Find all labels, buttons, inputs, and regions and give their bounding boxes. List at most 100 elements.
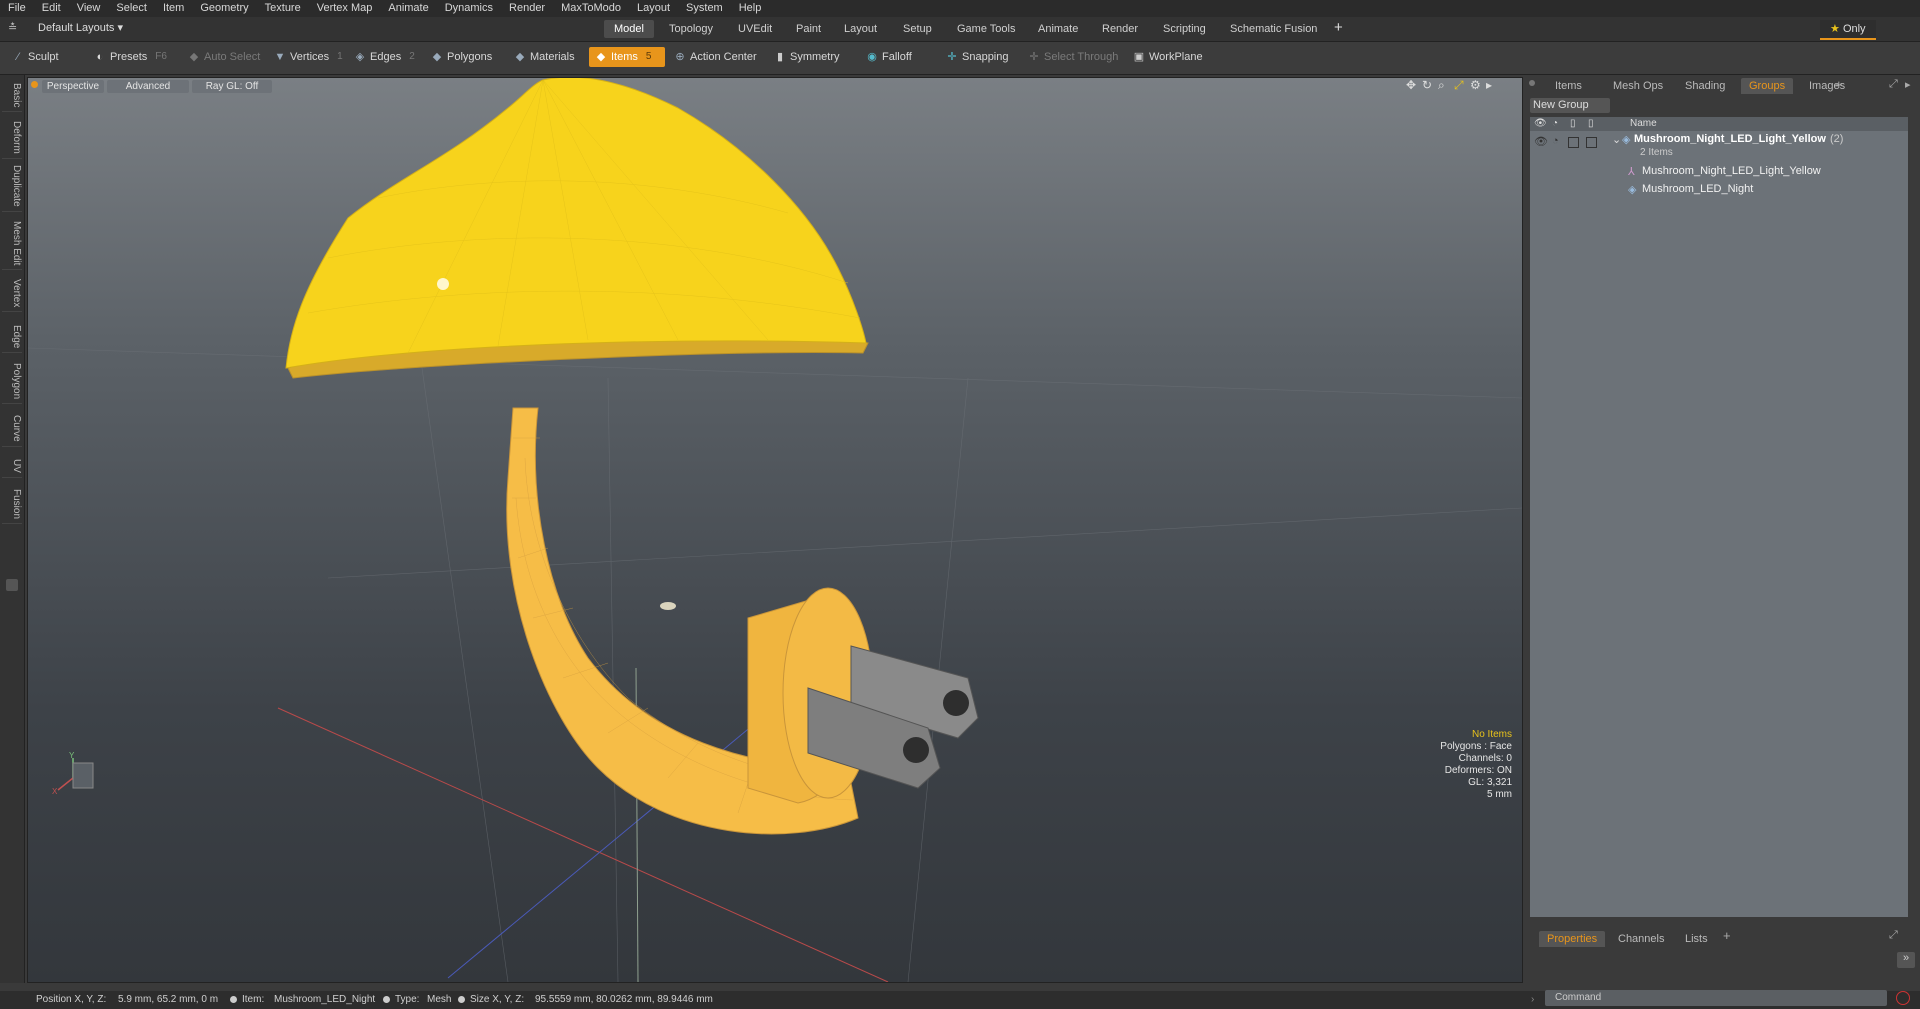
- menu-geometry[interactable]: Geometry: [192, 0, 256, 17]
- tab-game-tools[interactable]: Game Tools: [947, 20, 1026, 38]
- add-panel-tab-icon[interactable]: +: [1835, 77, 1843, 92]
- prong-hole-top: [943, 690, 969, 716]
- menu-select[interactable]: Select: [108, 0, 155, 17]
- menu-file[interactable]: File: [0, 0, 34, 17]
- item-value: Mushroom_LED_Night: [274, 994, 376, 1005]
- tab-animate[interactable]: Animate: [1028, 20, 1088, 38]
- vtab-edge[interactable]: Edge: [2, 321, 22, 354]
- group-child-name: Mushroom_LED_Night: [1642, 183, 1754, 195]
- tab-mesh-ops[interactable]: Mesh Ops: [1605, 78, 1671, 94]
- 3d-viewport[interactable]: Perspective Advanced Ray GL: Off ✥ ↻ ⌕ ⤢…: [27, 77, 1523, 983]
- items-hotkey: 5: [645, 51, 652, 62]
- menu-animate[interactable]: Animate: [380, 0, 436, 17]
- layout-preset-label: Default Layouts: [38, 22, 115, 34]
- vertices-button[interactable]: ▼ Vertices 1: [268, 47, 349, 67]
- presets-label: Presets: [110, 51, 148, 63]
- tab-images[interactable]: Images: [1801, 78, 1853, 94]
- edges-icon: ◈: [355, 51, 365, 63]
- only-label: Only: [1842, 23, 1866, 35]
- select-through-button[interactable]: ✛ Select Through: [1022, 47, 1124, 67]
- tab-properties[interactable]: Properties: [1539, 931, 1606, 947]
- render-column-icon[interactable]: ◔: [1552, 118, 1558, 129]
- group-row[interactable]: 👁 ◔ ⌄ ◈ Mushroom_Night_LED_Light_Yellow …: [1530, 133, 1908, 161]
- add-bottom-tab-icon[interactable]: +: [1723, 928, 1731, 943]
- materials-button[interactable]: ◆ Materials: [508, 47, 581, 67]
- group-count: (2): [1830, 133, 1844, 145]
- workplane-button[interactable]: ▣ WorkPlane: [1127, 47, 1209, 67]
- vtab-uv[interactable]: UV: [2, 455, 22, 478]
- vtab-vertex[interactable]: Vertex: [2, 275, 22, 313]
- tab-layout[interactable]: Layout: [834, 20, 887, 38]
- layout-preset-dropdown[interactable]: Default Layouts ▾: [38, 21, 123, 34]
- menu-item[interactable]: Item: [155, 0, 192, 17]
- layout-bar: ≛ Default Layouts ▾ Model Topology UVEdi…: [0, 17, 1920, 42]
- menu-edit[interactable]: Edit: [34, 0, 69, 17]
- tab-paint[interactable]: Paint: [786, 20, 831, 38]
- tab-channels[interactable]: Channels: [1610, 931, 1672, 947]
- render-toggle-icon[interactable]: ◔: [1552, 135, 1559, 147]
- collapse-icon[interactable]: ≛: [8, 21, 17, 34]
- vtab-basic[interactable]: Basic: [2, 79, 22, 113]
- menu-layout[interactable]: Layout: [629, 0, 678, 17]
- new-group-button[interactable]: New Group: [1530, 98, 1610, 113]
- tab-schematic-fusion[interactable]: Schematic Fusion: [1220, 20, 1327, 38]
- symmetry-button[interactable]: ▮ Symmetry: [768, 47, 846, 67]
- menu-view[interactable]: View: [69, 0, 109, 17]
- presets-button[interactable]: ◐ Presets F6: [88, 47, 173, 67]
- expand-tabs-icon[interactable]: [6, 579, 18, 591]
- lock-column-icon[interactable]: ▯: [1570, 118, 1576, 129]
- action-center-button[interactable]: ⊕ Action Center: [668, 47, 763, 67]
- lock-checkbox[interactable]: [1568, 137, 1579, 148]
- tab-items[interactable]: Items: [1547, 78, 1590, 94]
- tab-render[interactable]: Render: [1092, 20, 1148, 38]
- stop-icon[interactable]: [1896, 991, 1910, 1005]
- edges-button[interactable]: ◈ Edges 2: [348, 47, 421, 67]
- group-child-row[interactable]: ⅄ Mushroom_Night_LED_Light_Yellow: [1530, 163, 1908, 181]
- expand-properties-icon[interactable]: »: [1897, 952, 1915, 968]
- vtab-curve[interactable]: Curve: [2, 411, 22, 447]
- select-column-icon[interactable]: ▯: [1588, 118, 1594, 129]
- vtab-duplicate[interactable]: Duplicate: [2, 161, 22, 212]
- falloff-button[interactable]: ◉ Falloff: [860, 47, 918, 67]
- tab-setup[interactable]: Setup: [893, 20, 942, 38]
- menu-maxtomodo[interactable]: MaxToModo: [553, 0, 629, 17]
- select-checkbox[interactable]: [1586, 137, 1597, 148]
- sculpt-button[interactable]: ⁄ Sculpt: [6, 47, 65, 67]
- panel-expand-icon[interactable]: ⤢: [1889, 78, 1898, 91]
- name-column-header[interactable]: Name: [1630, 118, 1657, 129]
- bottom-panel-expand-icon[interactable]: ⤢: [1889, 929, 1898, 942]
- visibility-column-icon[interactable]: 👁: [1534, 118, 1547, 129]
- workplane-label: WorkPlane: [1149, 51, 1203, 63]
- tab-model[interactable]: Model: [604, 20, 654, 38]
- tab-shading[interactable]: Shading: [1677, 78, 1733, 94]
- tab-topology[interactable]: Topology: [659, 20, 723, 38]
- visibility-eye-icon[interactable]: 👁: [1534, 135, 1548, 148]
- vertices-hotkey: 1: [337, 51, 343, 62]
- menu-render[interactable]: Render: [501, 0, 553, 17]
- menu-texture[interactable]: Texture: [257, 0, 309, 17]
- polygons-button[interactable]: ◆ Polygons: [425, 47, 498, 67]
- panel-menu-icon[interactable]: [1529, 80, 1535, 86]
- panel-collapse-icon[interactable]: ▸: [1905, 78, 1911, 91]
- vtab-deform[interactable]: Deform: [2, 117, 22, 159]
- items-button[interactable]: ◆ Items 5: [589, 47, 665, 67]
- only-toggle[interactable]: ★ Only: [1820, 20, 1876, 40]
- group-name: Mushroom_Night_LED_Light_Yellow: [1634, 133, 1826, 145]
- menu-dynamics[interactable]: Dynamics: [437, 0, 501, 17]
- command-input[interactable]: Command: [1545, 990, 1887, 1006]
- menu-system[interactable]: System: [678, 0, 731, 17]
- vtab-polygon[interactable]: Polygon: [2, 359, 22, 405]
- snapping-button[interactable]: ✛ Snapping: [940, 47, 1015, 67]
- tab-groups[interactable]: Groups: [1741, 78, 1794, 94]
- vtab-mesh-edit[interactable]: Mesh Edit: [2, 217, 22, 271]
- group-child-row[interactable]: ◈ Mushroom_LED_Night: [1530, 181, 1908, 199]
- tab-uvedit[interactable]: UVEdit: [728, 20, 782, 38]
- vtab-fusion[interactable]: Fusion: [2, 485, 22, 525]
- menu-help[interactable]: Help: [731, 0, 770, 17]
- auto-select-button[interactable]: ◆ Auto Select: [182, 47, 266, 67]
- tab-scripting[interactable]: Scripting: [1153, 20, 1216, 38]
- add-tab-icon[interactable]: +: [1334, 19, 1343, 36]
- expand-arrow-icon[interactable]: ⌄: [1612, 133, 1621, 146]
- tab-lists[interactable]: Lists: [1677, 931, 1716, 947]
- menu-vertex-map[interactable]: Vertex Map: [309, 0, 381, 17]
